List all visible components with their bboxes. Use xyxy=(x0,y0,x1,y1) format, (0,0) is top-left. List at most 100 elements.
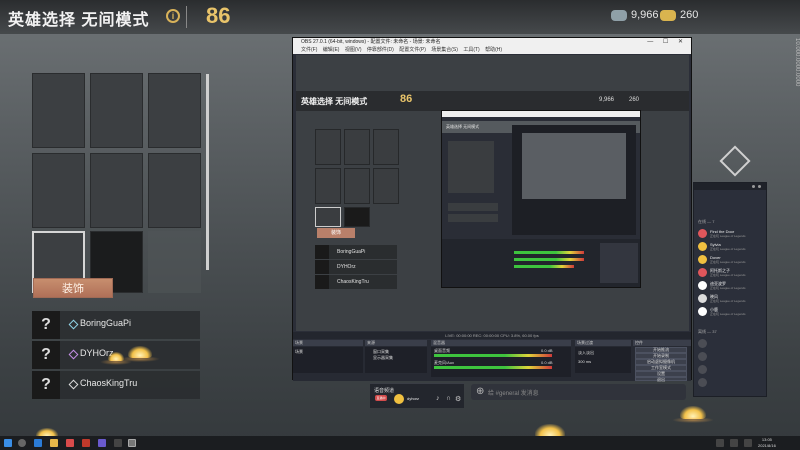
player-name: BoringGuaPi xyxy=(80,318,132,328)
settings-icon[interactable]: ⚙ xyxy=(455,395,461,403)
edge-icon[interactable] xyxy=(34,439,42,447)
member-avatar xyxy=(698,307,707,316)
skin-tile[interactable] xyxy=(90,153,143,228)
member-avatar xyxy=(698,242,707,251)
rank-diamond-icon xyxy=(68,379,79,390)
headphones-icon[interactable]: ∩ xyxy=(446,395,451,402)
preview-mode-title: 英雄选择 无间模式 xyxy=(301,97,368,106)
riot-points-display: 260 xyxy=(660,9,698,21)
preview-skin-grid xyxy=(315,129,400,227)
member-entry-offline[interactable] xyxy=(698,338,766,350)
preview-tile xyxy=(373,168,399,204)
side-strip-text: 10.000.0000.0000 xyxy=(794,38,800,87)
member-entry[interactable]: 迪亚波罗 正在玩 League of Legends xyxy=(698,280,766,292)
obs-menu-bar[interactable]: 文件(F) 编辑(E) 视图(V) 停靠部件(D) 配置文件(P) 场景集合(S… xyxy=(293,47,691,54)
obs-window: OBS 27.0.1 (64-bit, windows) - 配置文件: 未命名… xyxy=(292,37,692,382)
preview-tile xyxy=(373,129,399,165)
sources-list[interactable]: 窗口采集 显示器采集 xyxy=(365,347,427,373)
tray-icon[interactable] xyxy=(716,439,724,447)
rank-diamond-icon xyxy=(68,319,79,330)
game-top-bar: 英雄选择 无间模式 i 86 9,966 260 xyxy=(0,0,800,34)
network-icon[interactable] xyxy=(730,439,738,447)
mixer-dock-header: 混音器 xyxy=(431,340,571,346)
lotus-lantern xyxy=(672,406,714,423)
skin-tile[interactable] xyxy=(148,73,201,148)
diamond-decoration xyxy=(719,145,751,177)
obs-icon[interactable] xyxy=(114,439,122,447)
member-avatar xyxy=(698,281,707,290)
app-icon[interactable] xyxy=(66,439,74,447)
skin-grid-scrollbar[interactable] xyxy=(206,74,209,270)
preview-tile xyxy=(344,207,370,227)
dot-icon[interactable] xyxy=(752,185,755,188)
preview-player-row: ChaosKingTru xyxy=(315,275,397,289)
attach-icon[interactable]: ⊕ xyxy=(476,386,484,398)
taskbar-clock[interactable]: 13:05 2021/8/16 xyxy=(758,437,776,449)
lotus-lantern xyxy=(100,352,132,365)
player-avatar: ? xyxy=(32,371,60,399)
dot-icon[interactable] xyxy=(758,185,761,188)
controls-dock-header: 控件 xyxy=(633,340,691,346)
offline-header: 离线 — 37 xyxy=(698,329,717,334)
member-entry-offline[interactable] xyxy=(698,364,766,376)
skin-tile[interactable] xyxy=(148,153,201,228)
message-placeholder: 给 #general 发消息 xyxy=(488,391,539,397)
voice-status-bar: 语音频道 直播中 dyhorz ♪ ∩ ⚙ xyxy=(370,383,464,408)
skin-tile[interactable] xyxy=(32,73,85,148)
skin-tile[interactable] xyxy=(148,231,201,293)
source-item[interactable]: 显示器采集 xyxy=(373,355,393,361)
riot-points-value: 260 xyxy=(680,9,699,21)
folder-icon[interactable] xyxy=(50,439,58,447)
member-entry[interactable]: 晓风 正在玩 League of Legends xyxy=(698,293,766,305)
member-entry[interactable]: 小鹿 正在玩 League of Legends xyxy=(698,306,766,318)
game-mode-title: 英雄选择 无间模式 xyxy=(8,12,150,29)
transition-duration[interactable]: 300 ms xyxy=(578,359,591,364)
team-player-row: ? ChaosKingTru xyxy=(32,371,200,399)
member-entry[interactable]: Dover 正在玩 League of Legends xyxy=(698,254,766,266)
start-icon[interactable] xyxy=(4,439,12,447)
skins-button[interactable]: 装饰 xyxy=(33,278,113,298)
skin-tile[interactable] xyxy=(32,153,85,228)
preview-tile xyxy=(344,168,370,204)
scenes-dock-header: 场景 xyxy=(293,340,363,346)
member-entry[interactable]: Sylvia 正在玩 League of Legends xyxy=(698,241,766,253)
member-status: 正在玩 League of Legends xyxy=(710,247,746,251)
app-icon[interactable] xyxy=(82,439,90,447)
divider xyxy=(186,6,187,28)
preview-skins-button: 装饰 xyxy=(317,228,355,238)
timer-icon: i xyxy=(166,9,180,23)
member-entry-offline[interactable] xyxy=(698,351,766,363)
preview-tile xyxy=(315,129,341,165)
search-icon[interactable] xyxy=(18,439,26,447)
transitions-panel: 淡入淡出 300 ms xyxy=(575,347,631,373)
window-controls[interactable]: — ☐ ✕ xyxy=(647,38,687,47)
member-entry[interactable]: Find the Door 正在玩 League of Legends xyxy=(698,228,766,240)
mixer-track-db: 0.0 dB xyxy=(541,348,553,353)
preview-riot-points: 260 xyxy=(629,97,640,103)
member-status: 正在玩 League of Legends xyxy=(710,312,746,316)
microphone-icon[interactable]: ♪ xyxy=(436,395,440,402)
message-input[interactable]: ⊕ 给 #general 发消息 xyxy=(471,384,686,400)
discord-icon[interactable] xyxy=(98,439,106,447)
voice-channel-label: 语音频道 xyxy=(374,388,395,394)
member-entry-offline[interactable] xyxy=(698,377,766,389)
member-avatar xyxy=(698,268,707,277)
league-client-icon[interactable] xyxy=(128,439,136,447)
scenes-list[interactable]: 场景 xyxy=(293,347,363,373)
scene-item[interactable]: 场景 xyxy=(295,349,303,355)
obs-preview-canvas[interactable]: 英雄选择 无间模式 86 9,966 260 装饰 BoringGuaPi DY… xyxy=(296,55,689,331)
preview-tile xyxy=(315,207,341,227)
player-avatar: ? xyxy=(32,341,60,369)
volume-icon[interactable] xyxy=(744,439,752,447)
nested-mode-title: 英雄选择 无间模式 xyxy=(446,124,480,129)
mixer-track-db: 0.0 dB xyxy=(541,360,553,365)
member-entry[interactable]: 阿托斯之子 正在玩 League of Legends xyxy=(698,267,766,279)
transition-select[interactable]: 淡入淡出 xyxy=(578,350,594,356)
member-status: 正在玩 League of Legends xyxy=(710,260,746,264)
user-avatar[interactable] xyxy=(394,394,404,404)
preview-blue-essence: 9,966 xyxy=(599,97,615,103)
skin-tile[interactable] xyxy=(90,73,143,148)
exit-button[interactable]: 退出 xyxy=(635,377,687,382)
transitions-dock-header: 场景过渡 xyxy=(575,340,631,346)
preview-player-row: BoringGuaPi xyxy=(315,245,397,259)
